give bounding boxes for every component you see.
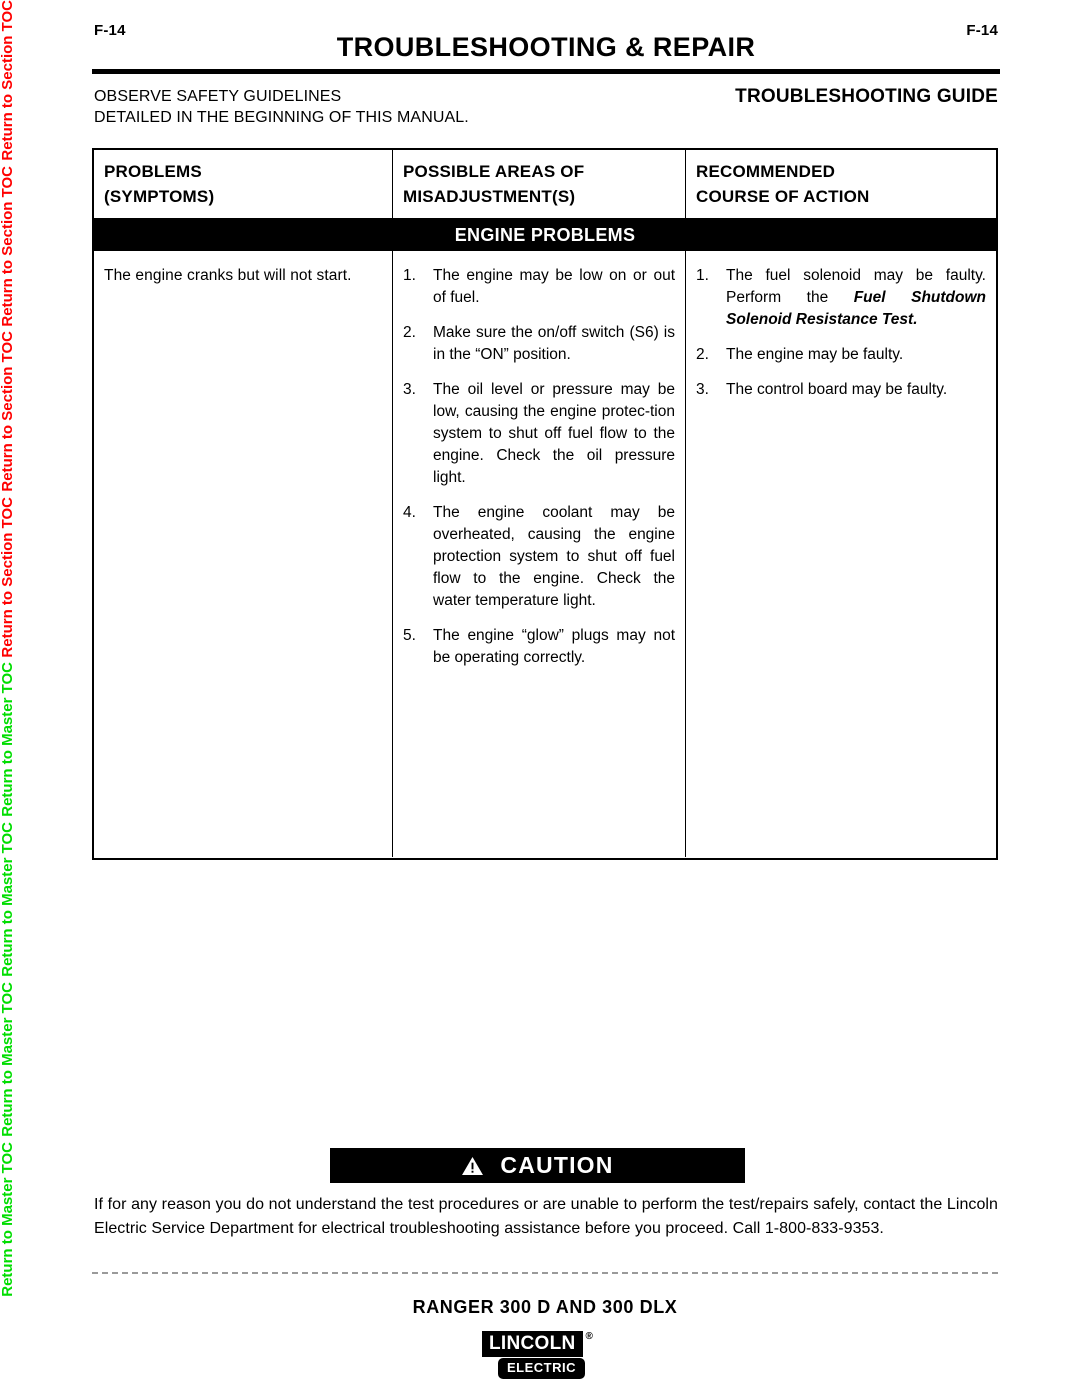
safety-note-line-2: DETAILED IN THE BEGINNING OF THIS MANUAL… <box>94 109 469 126</box>
return-to-master-toc-link[interactable]: Return to Master TOC <box>0 982 16 1137</box>
return-to-section-toc-link[interactable]: Return to Section TOC <box>0 331 16 492</box>
return-to-section-toc-link[interactable]: Return to Section TOC <box>0 497 16 658</box>
cell-possible-areas: The engine may be low on or out of fuel.… <box>392 251 685 857</box>
action-text: The control board may be faulty. <box>726 381 948 398</box>
recommended-action-item: The fuel solenoid may be faulty. Perform… <box>696 265 986 331</box>
possible-area-item: The engine coolant may be overheated, ca… <box>403 502 675 609</box>
column-header-recommended-action: RECOMMENDED COURSE OF ACTION <box>685 150 996 218</box>
navigation-rail: Return to Section TOC Return to Section … <box>0 0 80 1397</box>
column-header-problems-line-1: PROBLEMS <box>104 162 202 181</box>
recommended-actions-list: The fuel solenoid may be faulty. Perform… <box>696 265 986 401</box>
cell-symptom: The engine cranks but will not start. <box>94 251 392 857</box>
return-to-master-toc-link[interactable]: Return to Master TOC <box>0 822 16 977</box>
master-toc-column: Return to Master TOC Return to Master TO… <box>0 662 29 1301</box>
product-name: RANGER 300 D AND 300 DLX <box>412 1297 678 1317</box>
logo-wordmark: LINCOLN <box>482 1331 583 1357</box>
registered-trademark-icon: ® <box>585 1331 593 1342</box>
column-header-problems: PROBLEMS (SYMPTOMS) <box>94 150 392 218</box>
table-row: The engine cranks but will not start. Th… <box>94 251 996 857</box>
column-header-action-line-2: COURSE OF ACTION <box>696 187 870 206</box>
caution-text: If for any reason you do not understand … <box>94 1196 998 1237</box>
possible-area-item: The engine “glow” plugs may not be opera… <box>403 625 675 666</box>
caution-label: CAUTION <box>500 1152 614 1178</box>
table-header-row: PROBLEMS (SYMPTOMS) POSSIBLE AREAS OF MI… <box>94 150 996 219</box>
recommended-action-item: The engine may be faulty. <box>696 344 986 366</box>
return-to-master-toc-link[interactable]: Return to Master TOC <box>0 662 16 817</box>
warning-triangle-icon <box>462 1156 484 1175</box>
page-body: F-14 F-14 TROUBLESHOOTING & REPAIR OBSER… <box>92 0 1000 1397</box>
section-toc-column: Return to Section TOC Return to Section … <box>0 0 26 662</box>
column-header-areas-line-2: MISADJUSTMENT(S) <box>403 187 576 206</box>
caution-banner: CAUTION <box>330 1148 745 1183</box>
logo-subword: ELECTRIC <box>498 1358 585 1379</box>
safety-note-line-1: OBSERVE SAFETY GUIDELINES <box>94 88 342 105</box>
return-to-master-toc-link[interactable]: Return to Master TOC <box>0 1142 16 1297</box>
possible-area-item: The oil level or pressure may be low, ca… <box>403 379 675 486</box>
section-band-engine-problems: ENGINE PROBLEMS <box>94 219 996 251</box>
page-title: TROUBLESHOOTING & REPAIR <box>336 32 756 62</box>
page-header: F-14 F-14 TROUBLESHOOTING & REPAIR <box>92 12 1000 74</box>
recommended-action-item: The control board may be faulty. <box>696 379 986 401</box>
header-rule <box>92 69 1000 74</box>
symptom-text: The engine cranks but will not start. <box>104 267 352 284</box>
troubleshooting-table: PROBLEMS (SYMPTOMS) POSSIBLE AREAS OF MI… <box>92 148 998 860</box>
column-header-areas-line-1: POSSIBLE AREAS OF <box>403 162 585 181</box>
possible-areas-list: The engine may be low on or out of fuel.… <box>403 265 675 669</box>
logo-top-row: LINCOLN ® <box>482 1331 610 1357</box>
footer-divider <box>92 1272 998 1274</box>
action-text: The engine may be faulty. <box>726 346 904 363</box>
column-header-problems-line-2: (SYMPTOMS) <box>104 187 215 206</box>
column-header-action-line-1: RECOMMENDED <box>696 162 836 181</box>
possible-area-item: The engine may be low on or out of fuel. <box>403 265 675 306</box>
return-to-section-toc-link[interactable]: Return to Section TOC <box>0 166 16 327</box>
lincoln-electric-logo: LINCOLN ® ELECTRIC <box>482 1331 610 1379</box>
column-header-possible-areas: POSSIBLE AREAS OF MISADJUSTMENT(S) <box>392 150 685 218</box>
guide-title: TROUBLESHOOTING GUIDE <box>735 86 998 107</box>
safety-note: OBSERVE SAFETY GUIDELINES DETAILED IN TH… <box>94 86 469 128</box>
cell-recommended-actions: The fuel solenoid may be faulty. Perform… <box>685 251 996 857</box>
possible-area-item: Make sure the on/off switch (S6) is in t… <box>403 322 675 363</box>
return-to-section-toc-link[interactable]: Return to Section TOC <box>0 0 16 161</box>
